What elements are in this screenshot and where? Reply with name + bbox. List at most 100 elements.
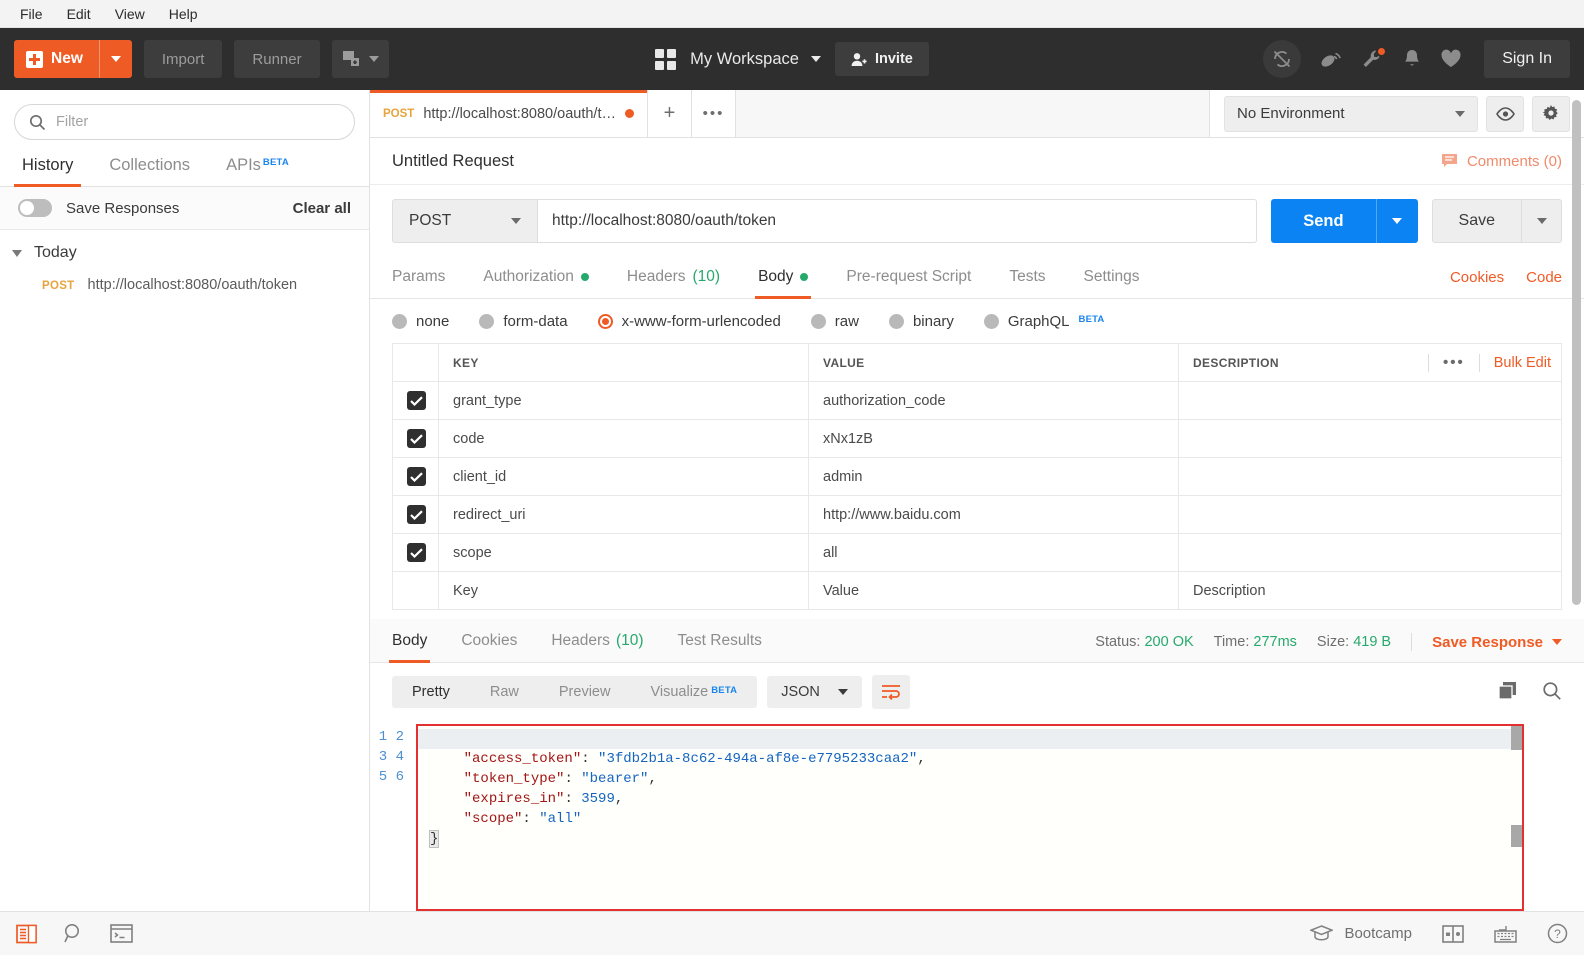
body-type-form-data[interactable]: form-data (479, 313, 567, 330)
sync-disabled-icon[interactable] (1263, 40, 1301, 78)
new-row-key-input[interactable]: Key (439, 572, 809, 610)
row-description[interactable] (1179, 496, 1562, 534)
row-value[interactable]: all (809, 534, 1179, 572)
table-more-options-button[interactable]: ••• (1429, 355, 1479, 370)
table-row-empty[interactable]: Key Value Description (393, 572, 1562, 610)
response-tab-cookies[interactable]: Cookies (461, 632, 517, 662)
bulk-edit-button[interactable]: Bulk Edit (1480, 355, 1551, 371)
row-key[interactable]: redirect_uri (439, 496, 809, 534)
environment-quick-look-button[interactable] (1486, 96, 1524, 132)
tab-options-button[interactable]: ••• (692, 90, 736, 137)
body-type-graphql[interactable]: GraphQL BETA (984, 313, 1105, 330)
word-wrap-button[interactable] (872, 675, 910, 709)
response-tab-headers[interactable]: Headers (10) (551, 632, 643, 662)
row-checkbox-cell-empty[interactable] (393, 572, 439, 610)
comments-button[interactable]: Comments (0) (1441, 153, 1562, 170)
row-description[interactable] (1179, 420, 1562, 458)
bell-icon[interactable] (1402, 48, 1422, 70)
invite-button[interactable]: Invite (835, 42, 929, 76)
response-format-select[interactable]: JSON (767, 676, 862, 708)
editor-inner-scrollbar-bottom[interactable] (1511, 825, 1522, 847)
table-row[interactable]: redirect_uri http://www.baidu.com (393, 496, 1562, 534)
search-response-button[interactable] (1542, 681, 1562, 704)
checkbox-checked-icon[interactable] (407, 429, 426, 448)
sidebar-toggle-icon[interactable] (16, 924, 37, 944)
view-mode-raw[interactable]: Raw (470, 676, 539, 708)
new-button-main[interactable]: New (14, 40, 99, 78)
row-checkbox-cell[interactable] (393, 534, 439, 572)
editor-inner-scrollbar-top[interactable] (1511, 726, 1522, 750)
body-type-urlencoded[interactable]: x-www-form-urlencoded (598, 313, 781, 330)
row-value[interactable]: authorization_code (809, 382, 1179, 420)
environment-select[interactable]: No Environment (1224, 96, 1478, 132)
table-row[interactable]: grant_type authorization_code (393, 382, 1562, 420)
sign-in-button[interactable]: Sign In (1484, 40, 1570, 78)
save-options-button[interactable] (1522, 199, 1562, 243)
main-vertical-scrollbar[interactable] (1572, 100, 1581, 605)
row-checkbox-cell[interactable] (393, 458, 439, 496)
runner-button[interactable]: Runner (234, 40, 319, 78)
row-checkbox-cell[interactable] (393, 496, 439, 534)
response-tab-test-results[interactable]: Test Results (678, 632, 762, 662)
new-button-dropdown[interactable] (100, 40, 132, 78)
wrench-notification-icon[interactable] (1361, 48, 1384, 70)
tab-tests[interactable]: Tests (1009, 268, 1045, 298)
tab-authorization[interactable]: Authorization (483, 268, 588, 298)
view-mode-pretty[interactable]: Pretty (392, 676, 470, 708)
import-button[interactable]: Import (144, 40, 223, 78)
new-row-value-input[interactable]: Value (809, 572, 1179, 610)
body-type-raw[interactable]: raw (811, 313, 859, 330)
tab-params[interactable]: Params (392, 268, 445, 298)
row-key[interactable]: scope (439, 534, 809, 572)
sidebar-tab-history[interactable]: History (4, 150, 91, 186)
save-response-button[interactable]: Save Response (1432, 634, 1562, 651)
new-window-button[interactable] (332, 40, 389, 78)
body-type-none[interactable]: none (392, 313, 449, 330)
two-pane-icon[interactable] (1442, 925, 1464, 943)
filter-input[interactable] (56, 114, 340, 130)
body-type-binary[interactable]: binary (889, 313, 954, 330)
row-key[interactable]: code (439, 420, 809, 458)
menu-edit[interactable]: Edit (57, 3, 101, 25)
help-icon[interactable]: ? (1547, 923, 1568, 944)
checkbox-checked-icon[interactable] (407, 391, 426, 410)
copy-button[interactable] (1498, 681, 1518, 703)
row-checkbox-cell[interactable] (393, 420, 439, 458)
row-description[interactable] (1179, 458, 1562, 496)
row-checkbox-cell[interactable] (393, 382, 439, 420)
code-link[interactable]: Code (1526, 269, 1562, 286)
history-group-today[interactable]: Today (0, 230, 369, 268)
checkbox-checked-icon[interactable] (407, 543, 426, 562)
history-item[interactable]: POST http://localhost:8080/oauth/token (0, 268, 369, 302)
workspace-button[interactable]: My Workspace (690, 50, 821, 69)
save-button[interactable]: Save (1432, 199, 1522, 243)
menu-view[interactable]: View (105, 3, 155, 25)
bootcamp-button[interactable]: Bootcamp (1310, 925, 1412, 942)
row-key[interactable]: client_id (439, 458, 809, 496)
view-mode-preview[interactable]: Preview (539, 676, 631, 708)
send-button[interactable]: Send (1271, 199, 1375, 243)
response-tab-body[interactable]: Body (392, 632, 427, 662)
checkbox-checked-icon[interactable] (407, 467, 426, 486)
find-icon[interactable] (63, 923, 84, 944)
row-description[interactable] (1179, 382, 1562, 420)
tab-body[interactable]: Body (758, 268, 808, 298)
view-mode-visualize[interactable]: Visualize BETA (630, 676, 757, 708)
heart-icon[interactable] (1440, 49, 1462, 69)
request-tab[interactable]: POST http://localhost:8080/oauth/to... (370, 90, 648, 137)
keyboard-icon[interactable] (1494, 925, 1517, 943)
row-value[interactable]: http://www.baidu.com (809, 496, 1179, 534)
new-row-description-input[interactable]: Description (1179, 572, 1562, 610)
filter-box[interactable] (14, 104, 355, 140)
clear-all-button[interactable]: Clear all (293, 200, 351, 217)
new-button[interactable]: New (14, 40, 132, 78)
table-row[interactable]: client_id admin (393, 458, 1562, 496)
row-key[interactable]: grant_type (439, 382, 809, 420)
row-value[interactable]: admin (809, 458, 1179, 496)
checkbox-checked-icon[interactable] (407, 505, 426, 524)
tab-headers[interactable]: Headers (10) (627, 268, 720, 298)
sidebar-tab-collections[interactable]: Collections (91, 150, 208, 186)
row-value[interactable]: xNx1zB (809, 420, 1179, 458)
menu-help[interactable]: Help (159, 3, 208, 25)
table-row[interactable]: scope all (393, 534, 1562, 572)
